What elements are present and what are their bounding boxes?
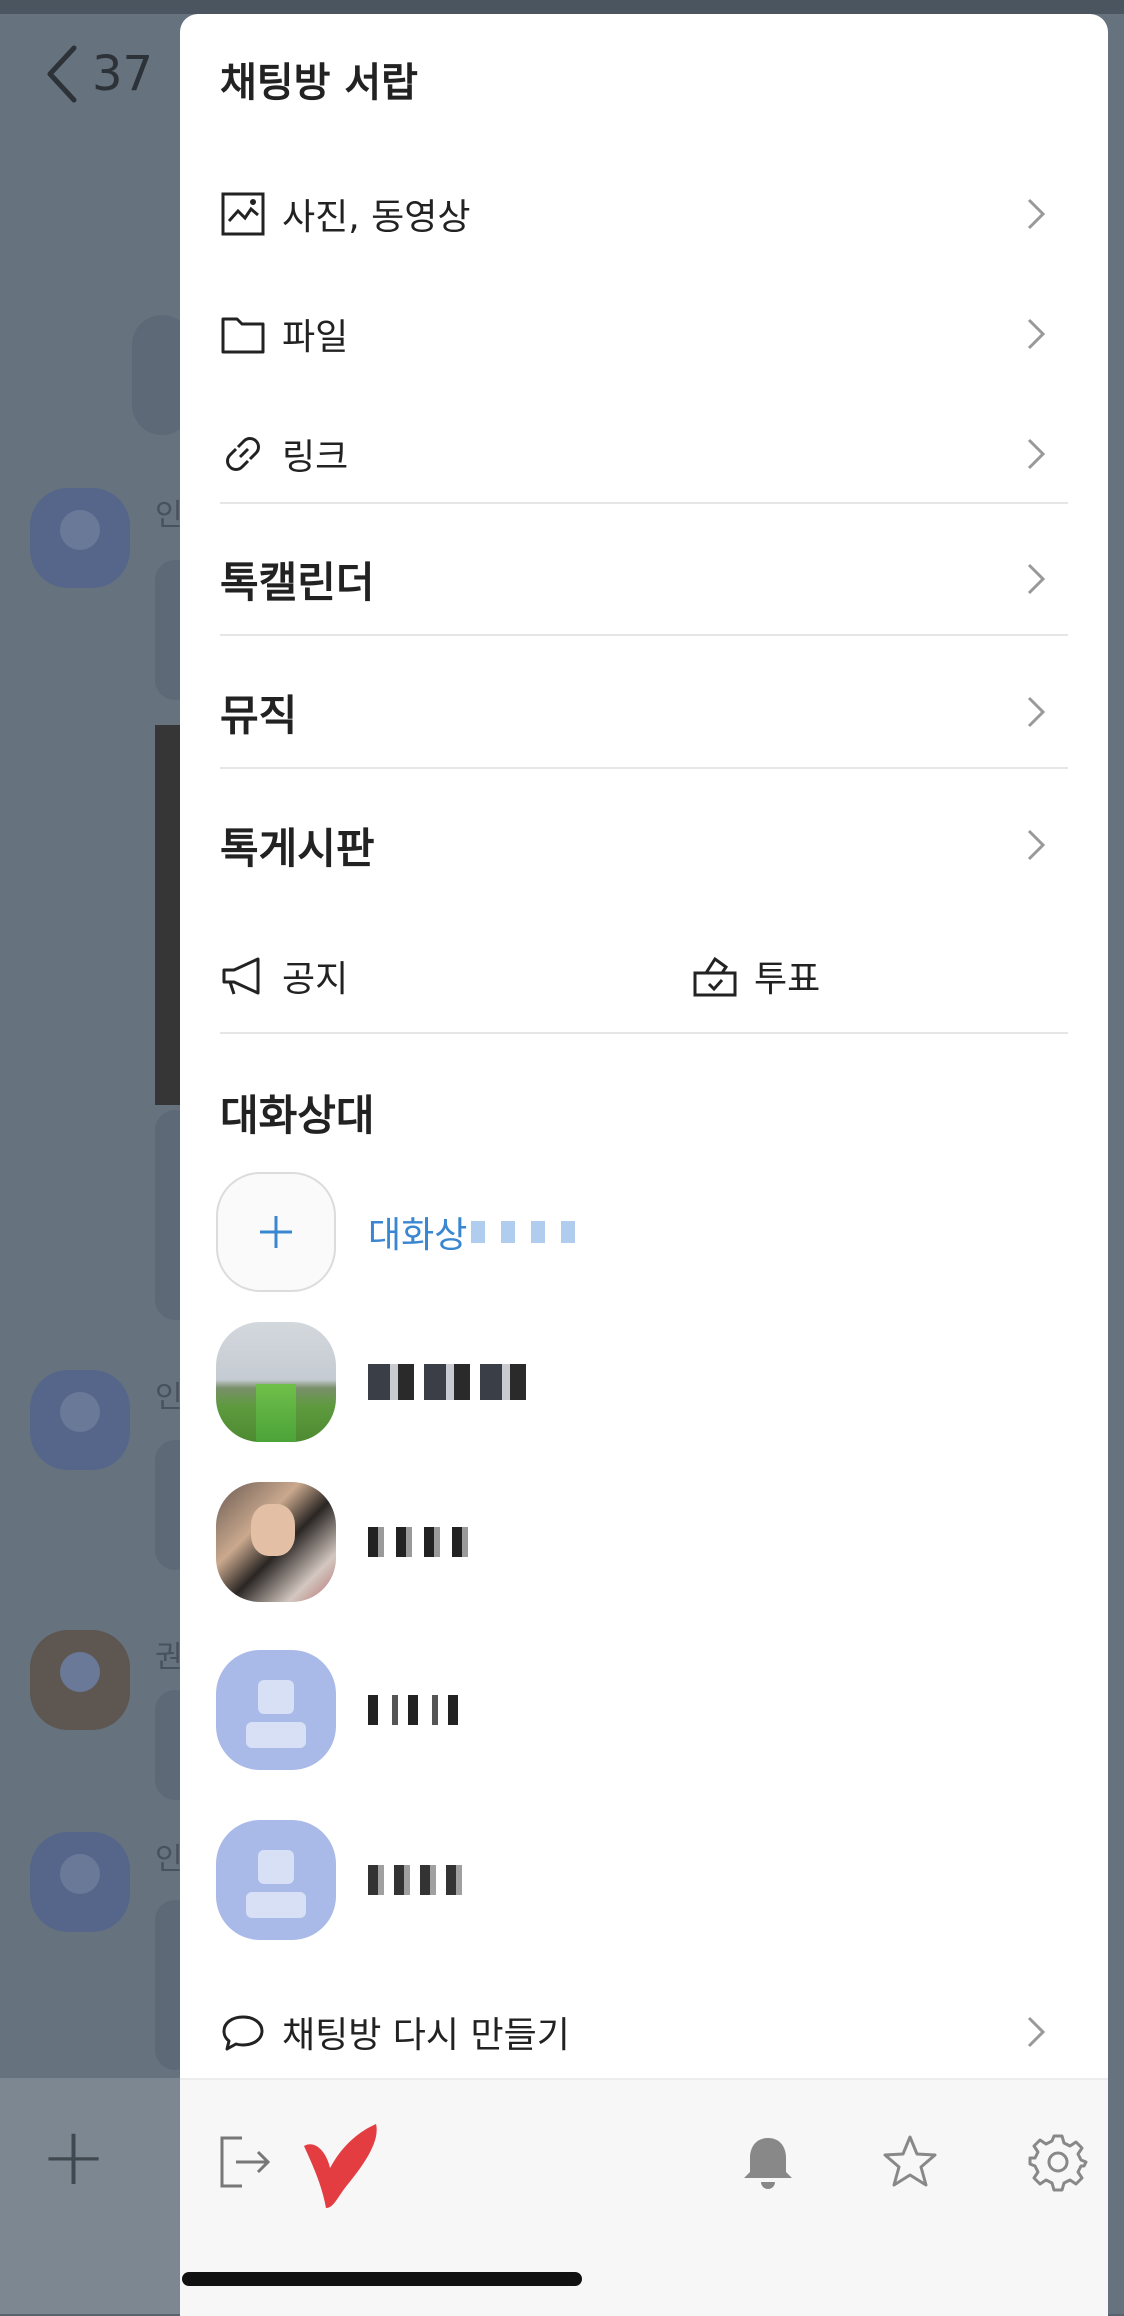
bell-icon[interactable] <box>738 2132 798 2192</box>
home-indicator <box>182 2272 582 2286</box>
chevron-right-icon <box>1027 696 1046 728</box>
link-icon <box>220 431 266 477</box>
poll-label: 투표 <box>754 959 821 1000</box>
notice-label: 공지 <box>282 959 349 1000</box>
members-title: 대화상대 <box>220 1091 375 1140</box>
member-item[interactable] <box>216 1650 472 1770</box>
notice-button[interactable]: 공지 <box>220 938 600 1014</box>
plus-icon <box>260 1216 292 1248</box>
member-name-redacted <box>368 1527 472 1557</box>
photo-icon <box>220 191 266 237</box>
avatar <box>216 1322 336 1442</box>
member-name-redacted <box>368 1695 472 1725</box>
chevron-right-icon <box>1027 563 1046 595</box>
folder-icon <box>220 311 266 357</box>
menu-item-music[interactable]: 뮤직 <box>220 667 1068 757</box>
menu-item-label: 뮤직 <box>220 690 298 740</box>
avatar <box>216 1482 336 1602</box>
chat-drawer-panel: 채팅방 서랍 사진, 동영상 파일 링크 톡캘린더 뮤직 톡게시판 공지 투표 … <box>180 14 1108 2316</box>
chevron-left-icon <box>47 45 77 103</box>
chevron-right-icon <box>1027 198 1046 230</box>
add-member-avatar <box>216 1172 336 1292</box>
menu-item-media[interactable]: 사진, 동영상 <box>220 176 1068 252</box>
gear-icon[interactable] <box>1028 2132 1088 2192</box>
megaphone-icon <box>220 953 266 999</box>
poll-button[interactable]: 투표 <box>692 938 1052 1014</box>
divider <box>220 1032 1068 1034</box>
avatar <box>216 1650 336 1770</box>
status-bar <box>0 0 1124 14</box>
drawer-title: 채팅방 서랍 <box>220 60 418 106</box>
menu-item-calendar[interactable]: 톡캘린더 <box>220 534 1068 624</box>
menu-item-label: 톡게시판 <box>220 823 375 873</box>
menu-item-label: 톡캘린더 <box>220 557 375 607</box>
speech-bubble-icon <box>220 2009 266 2055</box>
exit-icon[interactable] <box>216 2132 276 2192</box>
chevron-right-icon <box>1027 318 1046 350</box>
menu-item-label: 파일 <box>282 317 349 358</box>
ballot-box-icon <box>692 953 738 999</box>
member-item[interactable] <box>216 1322 528 1442</box>
recreate-label: 채팅방 다시 만들기 <box>282 2015 570 2056</box>
avatar <box>216 1820 336 1940</box>
member-name-redacted <box>368 1865 472 1895</box>
redacted-text <box>471 1221 592 1243</box>
chevron-right-icon <box>1027 438 1046 470</box>
divider <box>220 767 1068 769</box>
member-item[interactable] <box>216 1820 472 1940</box>
menu-item-links[interactable]: 링크 <box>220 416 1068 492</box>
star-icon[interactable] <box>880 2132 940 2192</box>
menu-item-label: 링크 <box>282 437 349 478</box>
chevron-right-icon <box>1027 2016 1046 2048</box>
chevron-right-icon <box>1027 829 1046 861</box>
annotation-mark <box>304 2124 377 2208</box>
menu-item-label: 사진, 동영상 <box>282 197 471 238</box>
menu-item-files[interactable]: 파일 <box>220 296 1068 372</box>
divider <box>220 502 1068 504</box>
menu-item-board[interactable]: 톡게시판 <box>220 800 1068 890</box>
recreate-chat-button[interactable]: 채팅방 다시 만들기 <box>220 1994 1068 2070</box>
divider <box>220 634 1068 636</box>
add-member-button[interactable]: 대화상 <box>216 1172 592 1292</box>
add-member-label: 대화상 <box>368 1215 468 1256</box>
plus-icon[interactable]: + <box>40 2110 107 2203</box>
member-name-redacted <box>368 1364 528 1400</box>
member-item[interactable] <box>216 1482 472 1602</box>
unread-count: 37 <box>92 46 154 102</box>
back-button[interactable]: 37 <box>44 44 153 104</box>
